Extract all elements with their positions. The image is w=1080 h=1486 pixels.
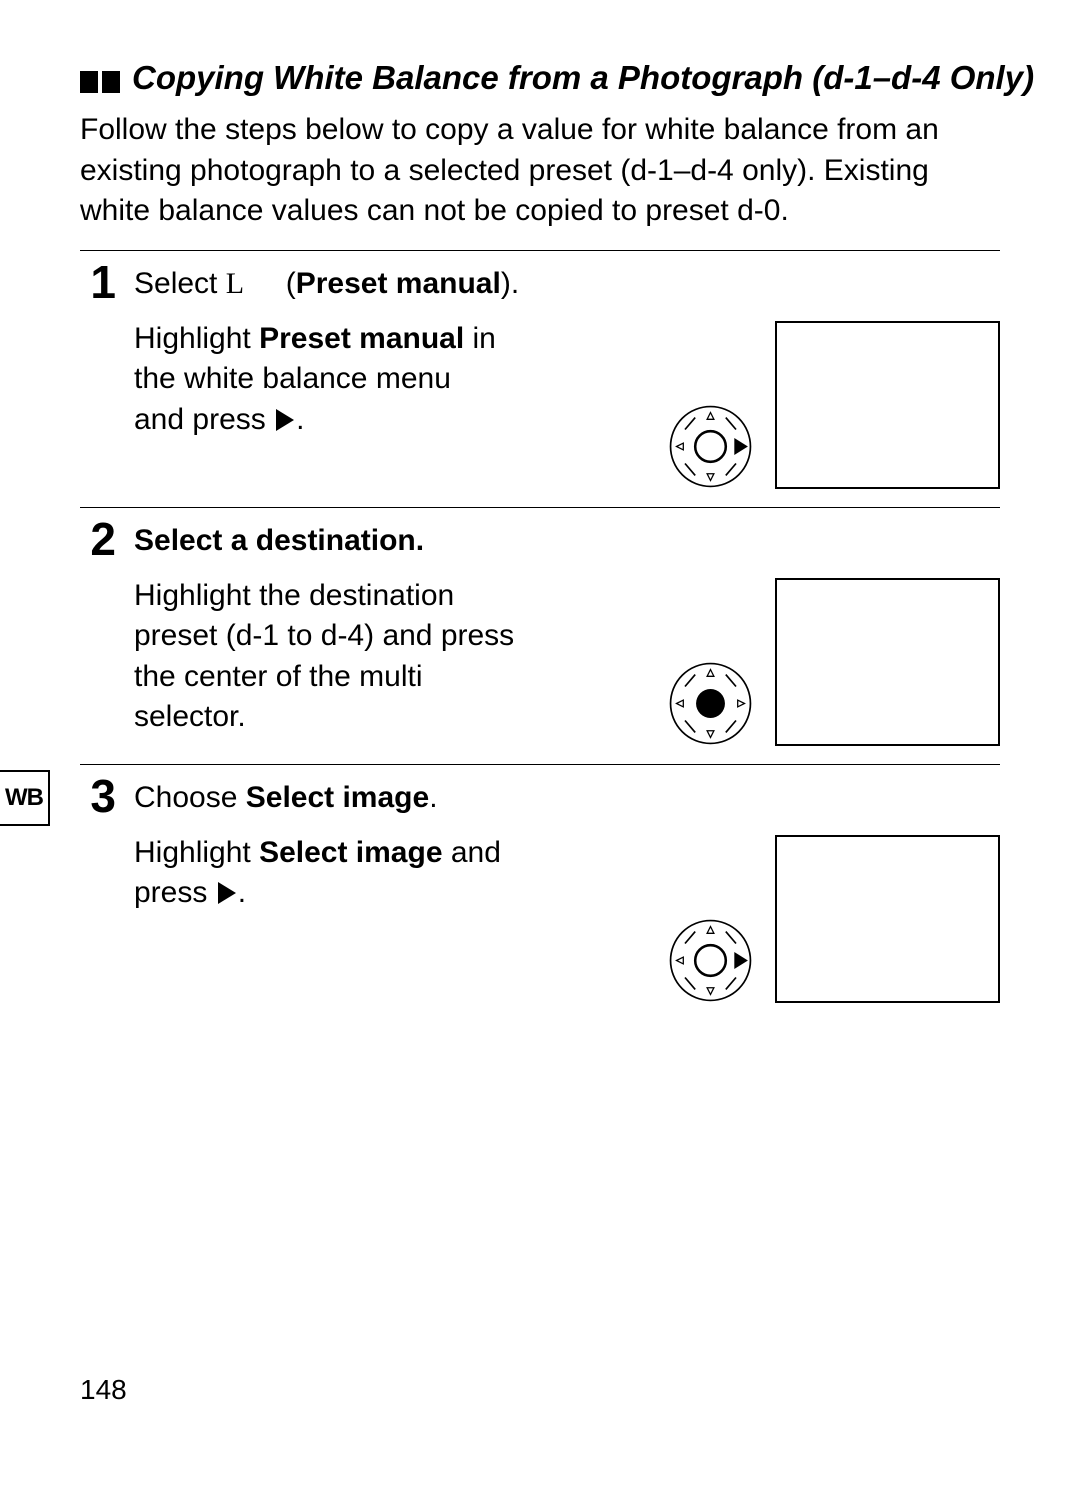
heading-text: Copying White Balance from a Photograph … — [132, 59, 1034, 96]
divider — [80, 764, 1000, 765]
step-text: Select a destination. Highlight the dest… — [134, 518, 650, 738]
step-number: 1 — [80, 259, 116, 305]
step-1: 1 Select L (Preset manual). Highlight Pr… — [80, 261, 1000, 489]
step-body: Highlight the destination preset (d-1 to… — [134, 576, 524, 738]
step-title: Choose Select image. — [134, 781, 650, 815]
step-body: Highlight Select image and press . — [134, 833, 524, 914]
manual-page: Copying White Balance from a Photograph … — [0, 0, 1080, 1486]
step-text: Choose Select image. Highlight Select im… — [134, 775, 650, 914]
right-arrow-icon — [276, 409, 294, 431]
step-text: Select L (Preset manual). Highlight Pres… — [134, 261, 650, 441]
step-graphics — [668, 261, 1000, 489]
intro-paragraph: Follow the steps below to copy a value f… — [80, 110, 1000, 232]
divider — [80, 250, 1000, 251]
step-number: 2 — [80, 516, 116, 562]
lcd-preview-placeholder — [775, 835, 1000, 1003]
step-3: 3 Choose Select image. Highlight Select … — [80, 775, 1000, 1003]
wb-section-tab-icon: WB — [0, 770, 50, 826]
heading-bullet-icon — [80, 64, 124, 100]
step-title: Select a destination. — [134, 524, 650, 558]
lcd-preview-placeholder — [775, 578, 1000, 746]
multi-selector-right-icon — [668, 918, 753, 1003]
step-body: Highlight Preset manual in the white bal… — [134, 319, 524, 441]
page-number: 148 — [80, 1374, 127, 1406]
right-arrow-icon — [218, 882, 236, 904]
step-number: 3 — [80, 773, 116, 819]
divider — [80, 507, 1000, 508]
multi-selector-right-icon — [668, 404, 753, 489]
step-title: Select L (Preset manual). — [134, 267, 650, 301]
section-heading: Copying White Balance from a Photograph … — [80, 60, 1000, 100]
preset-symbol: L — [226, 267, 244, 300]
step-2: 2 Select a destination. Highlight the de… — [80, 518, 1000, 746]
step-graphics — [668, 518, 1000, 746]
step-graphics — [668, 775, 1000, 1003]
multi-selector-center-icon — [668, 661, 753, 746]
lcd-preview-placeholder — [775, 321, 1000, 489]
